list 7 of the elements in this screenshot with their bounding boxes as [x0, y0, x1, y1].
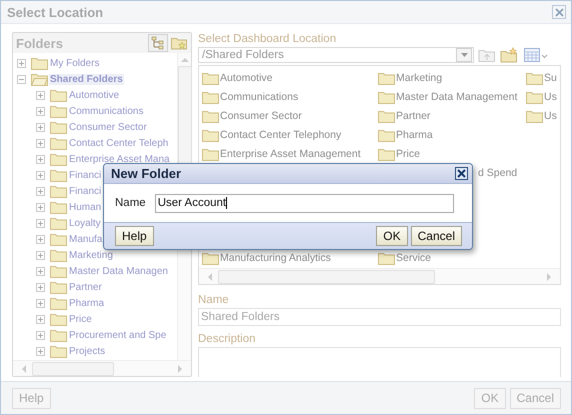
dialog-title: New Folder — [111, 166, 182, 181]
window-title: Select Location — [7, 4, 104, 20]
location-label: Select Dashboard Location — [198, 32, 338, 47]
name-label: Name — [198, 293, 230, 308]
panel-title: Folders — [16, 36, 64, 50]
description-label: Description — [198, 332, 257, 347]
name-label: Name — [115, 197, 146, 209]
